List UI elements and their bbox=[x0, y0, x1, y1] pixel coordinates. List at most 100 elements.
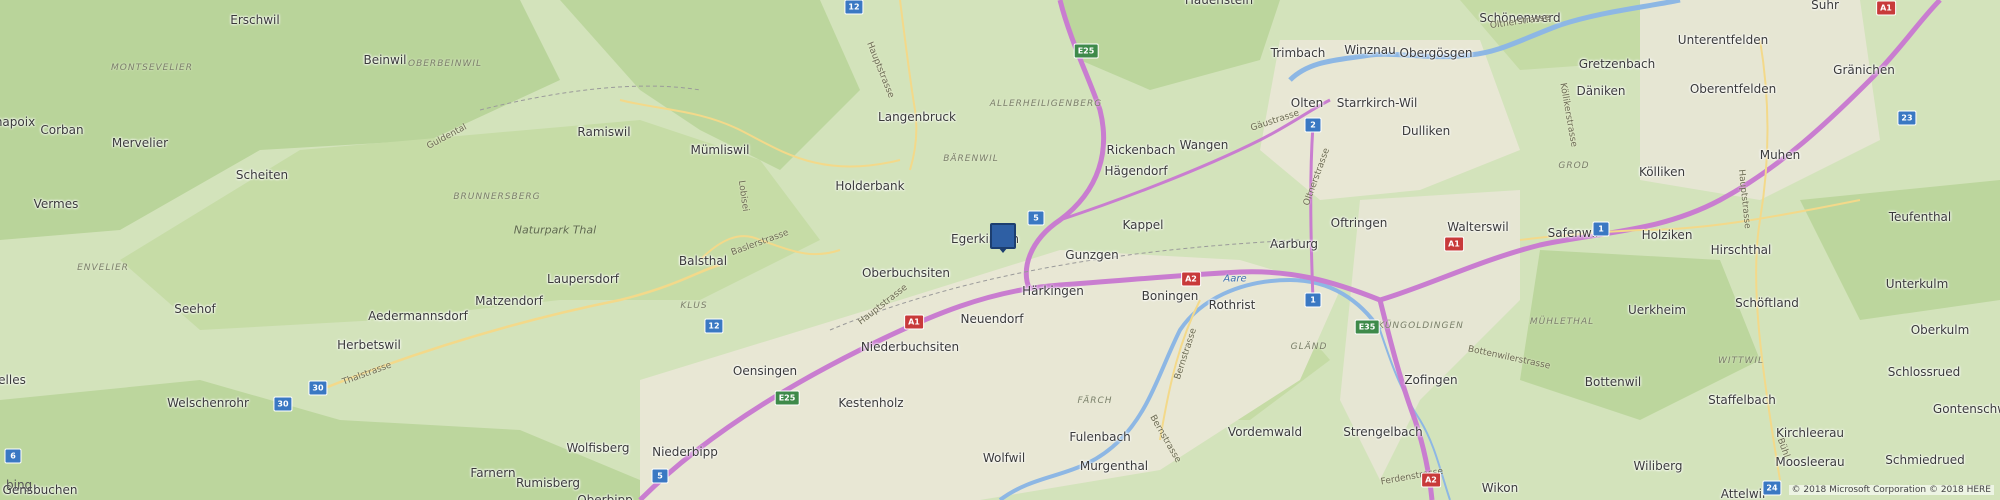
place-label: Herbetswil bbox=[337, 338, 401, 352]
region-label: KLUS bbox=[680, 301, 708, 311]
place-label: Welschenrohr bbox=[167, 396, 249, 410]
place-label: Matzendorf bbox=[475, 294, 543, 308]
place-label: Kirchleerau bbox=[1775, 426, 1845, 440]
place-label: Dulliken bbox=[1401, 124, 1451, 138]
place-label: Rumisberg bbox=[515, 476, 581, 490]
place-label: Oberentfelden bbox=[1689, 82, 1777, 96]
place-label: Kölliken bbox=[1638, 165, 1686, 179]
place-label: Staffelbach bbox=[1708, 393, 1776, 407]
place-label: Unterkulm bbox=[1885, 277, 1949, 291]
map-view[interactable]: Erschwil Beinwil Mervelier Corban hapoix Verm… bbox=[0, 0, 2000, 500]
road-shield: 23 bbox=[1897, 110, 1917, 126]
place-label: Winznau bbox=[1344, 43, 1396, 57]
place-label: Wangen bbox=[1179, 138, 1229, 152]
place-label: Wolfwil bbox=[982, 451, 1026, 465]
road-shield: 12 bbox=[704, 318, 724, 334]
place-label: Oberkulm bbox=[1910, 323, 1970, 337]
road-shield: 5 bbox=[651, 468, 669, 484]
place-label: Vordemwald bbox=[1227, 425, 1303, 439]
place-label: Mervelier bbox=[111, 136, 169, 150]
region-label: MÜHLETHAL bbox=[1529, 317, 1595, 327]
place-label: Gontenschw bbox=[1932, 402, 2000, 416]
place-label: Oensingen bbox=[732, 364, 798, 378]
place-label: Erschwil bbox=[230, 13, 280, 27]
place-label: Aedermannsdorf bbox=[368, 309, 468, 323]
place-label: Farnern bbox=[470, 466, 516, 480]
park-label: Naturpark Thal bbox=[513, 223, 597, 237]
place-label: Strengelbach bbox=[1343, 425, 1423, 439]
region-label: ENVELIER bbox=[77, 263, 129, 273]
place-label: Vermes bbox=[33, 197, 79, 211]
region-label: BRUNNERSBERG bbox=[453, 192, 541, 202]
region-label: GROD bbox=[1558, 161, 1590, 171]
region-label: GLÄND bbox=[1290, 342, 1328, 352]
road-shield: 30 bbox=[273, 396, 293, 412]
region-label: ALLERHEILIGENBERG bbox=[989, 99, 1103, 109]
motorway-shield: A2 bbox=[1421, 472, 1441, 488]
river-label: Aare bbox=[1223, 273, 1247, 285]
place-label: Wolfisberg bbox=[566, 441, 630, 455]
place-label: Safenwil bbox=[1547, 226, 1599, 240]
place-label: Oberbuchsiten bbox=[861, 266, 951, 280]
place-label: Gränichen bbox=[1833, 63, 1895, 77]
place-label: Murgenthal bbox=[1079, 459, 1149, 473]
place-label: Walterswil bbox=[1447, 220, 1509, 234]
place-label: Scheiten bbox=[235, 168, 289, 182]
place-label: Boningen bbox=[1141, 289, 1199, 303]
place-label: Hauenstein bbox=[1184, 0, 1254, 7]
place-label: Balsthal bbox=[678, 254, 728, 268]
region-label: KÜNGOLDINGEN bbox=[1378, 321, 1464, 331]
place-label: Hägendorf bbox=[1104, 164, 1168, 178]
place-label: Gretzenbach bbox=[1578, 57, 1656, 71]
place-label: Kestenholz bbox=[838, 396, 904, 410]
motorway-shield: A1 bbox=[1876, 0, 1896, 16]
place-label: Rickenbach bbox=[1106, 143, 1176, 157]
place-label: Muhen bbox=[1759, 148, 1801, 162]
place-label: Aarburg bbox=[1269, 237, 1319, 251]
place-label: elles bbox=[0, 373, 26, 387]
place-label: Gunzgen bbox=[1065, 248, 1119, 262]
place-label: Teufenthal bbox=[1888, 210, 1952, 224]
motorway-shield: A1 bbox=[1444, 236, 1464, 252]
place-label: Unterentfelden bbox=[1677, 33, 1769, 47]
region-label: WITTWIL bbox=[1717, 356, 1765, 366]
place-label: Neuendorf bbox=[960, 312, 1024, 326]
region-label: MONTSEVELIER bbox=[111, 63, 193, 73]
place-label: Ramiswil bbox=[577, 125, 631, 139]
road-shield: 1 bbox=[1592, 221, 1610, 237]
road-shield: 12 bbox=[844, 0, 864, 15]
road-shield: 6 bbox=[4, 448, 22, 464]
bing-logo: bing bbox=[6, 478, 33, 492]
place-label: Starrkirch-Wil bbox=[1336, 96, 1418, 110]
place-label: Härkingen bbox=[1022, 284, 1084, 298]
location-pin-icon[interactable] bbox=[990, 223, 1016, 253]
place-label: Niederbipp bbox=[652, 445, 718, 459]
place-label: Langenbruck bbox=[878, 110, 956, 124]
place-label: Attelwil bbox=[1720, 487, 1766, 500]
place-label: Beinwil bbox=[363, 53, 407, 67]
road-shield: 5 bbox=[1027, 210, 1045, 226]
place-label: Däniken bbox=[1576, 84, 1626, 98]
road-shield: 2 bbox=[1304, 117, 1322, 133]
place-label: Mümliswil bbox=[690, 143, 750, 157]
place-label: Obergösgen bbox=[1399, 46, 1473, 60]
place-label: Rothrist bbox=[1208, 298, 1256, 312]
place-label: Seehof bbox=[174, 302, 216, 316]
road-shield: 30 bbox=[308, 380, 328, 396]
place-label: hapoix bbox=[0, 115, 36, 129]
place-label: Uerkheim bbox=[1627, 303, 1687, 317]
euro-route-shield: E25 bbox=[1073, 43, 1099, 59]
region-label: FÄRCH bbox=[1077, 396, 1113, 406]
place-label: Holziken bbox=[1641, 228, 1693, 242]
place-label: Bottenwil bbox=[1584, 375, 1642, 389]
motorway-shield: A2 bbox=[1181, 271, 1201, 287]
euro-route-shield: E35 bbox=[1354, 319, 1380, 335]
place-label: Schmiedrued bbox=[1885, 453, 1965, 467]
place-label: Schlossrued bbox=[1887, 365, 1961, 379]
place-label: Hirschthal bbox=[1710, 243, 1772, 257]
road-shield: 1 bbox=[1304, 292, 1322, 308]
place-label: Laupersdorf bbox=[547, 272, 619, 286]
place-label: Schöftland bbox=[1735, 296, 1799, 310]
place-label: Wikon bbox=[1481, 481, 1519, 495]
place-label: Oberbipp bbox=[577, 493, 633, 500]
